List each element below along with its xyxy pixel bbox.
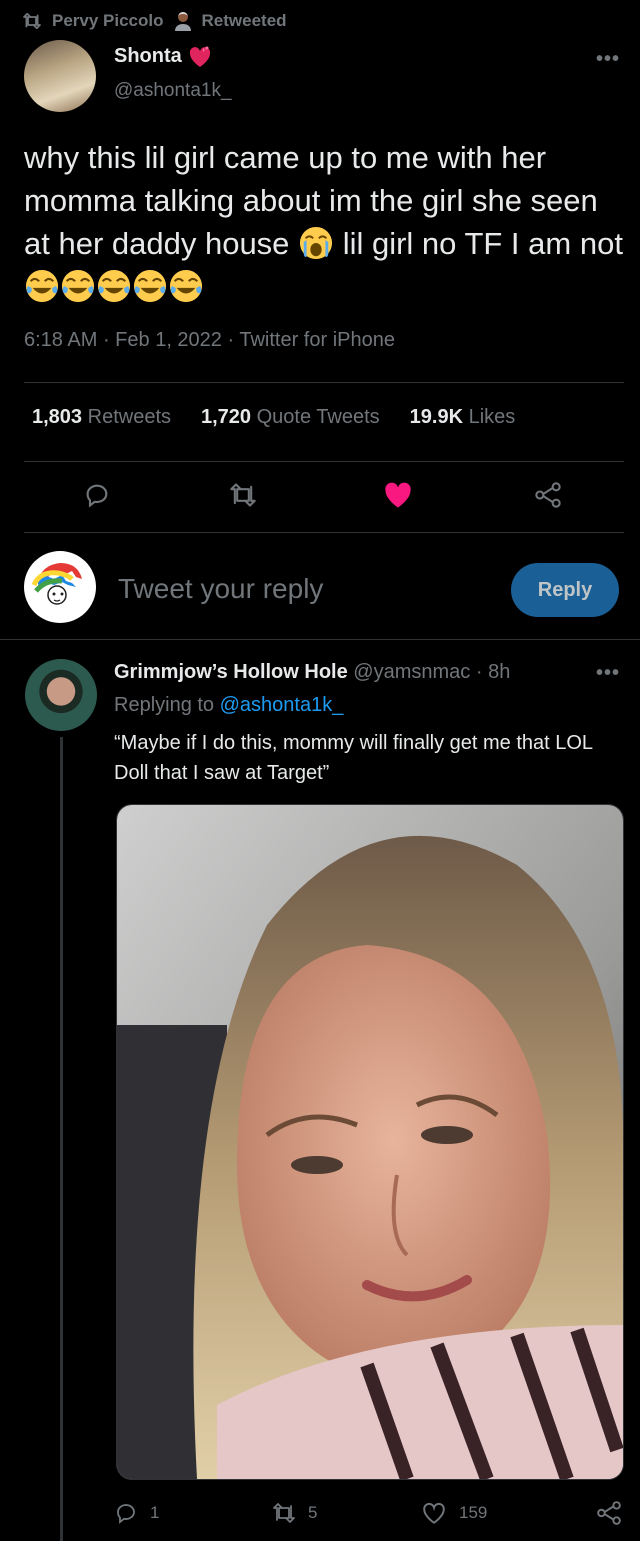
reply-count: 1 [150, 1503, 160, 1522]
more-icon[interactable]: ••• [596, 662, 620, 685]
tweet-time[interactable]: 6:18 AM [24, 329, 97, 351]
reply-header: Grimmjow’s Hollow Hole @yamsnmac · 8h [114, 661, 511, 683]
replying-to: Replying to @ashonta1k_ [114, 694, 343, 717]
retweeter-name[interactable]: Pervy Piccolo [52, 11, 164, 31]
retweet-icon[interactable] [226, 478, 260, 512]
author-handle[interactable]: @ashonta1k_ [114, 80, 232, 102]
reply-input[interactable]: Tweet your reply [118, 573, 323, 605]
divider [24, 532, 624, 533]
person-icon [174, 11, 192, 31]
tears-of-joy-face-icon [169, 269, 203, 303]
like-count: 159 [459, 1503, 488, 1522]
reply-author-name[interactable]: Grimmjow’s Hollow Hole [114, 661, 348, 683]
reply-retweet-action[interactable]: 5 [272, 1498, 317, 1528]
reply-icon[interactable] [80, 478, 114, 512]
tweet-client[interactable]: Twitter for iPhone [239, 329, 395, 351]
loudly-crying-face-icon [299, 226, 333, 260]
likes-stat[interactable]: 19.9K Likes [410, 406, 516, 429]
author-avatar[interactable] [24, 40, 96, 112]
share-icon[interactable] [596, 1500, 622, 1526]
reply-like-action[interactable]: 159 [421, 1498, 487, 1528]
retweeted-label: Retweeted [201, 11, 287, 30]
reply-time[interactable]: 8h [488, 661, 510, 683]
reply-icon[interactable] [114, 1501, 138, 1525]
retweet-icon [22, 13, 42, 29]
divider [24, 461, 624, 462]
replying-to-handle[interactable]: @ashonta1k_ [220, 694, 344, 716]
like-icon[interactable] [421, 1501, 447, 1525]
reply-text: “Maybe if I do this, mommy will finally … [114, 732, 593, 784]
share-icon[interactable] [531, 478, 565, 512]
retweet-count: 5 [308, 1503, 318, 1522]
tears-of-joy-face-icon [133, 269, 167, 303]
divider [24, 382, 624, 383]
retweet-icon[interactable] [272, 1502, 296, 1524]
retweet-header: Pervy Piccolo Retweeted [22, 8, 287, 34]
like-icon[interactable] [381, 478, 415, 512]
tears-of-joy-face-icon [61, 269, 95, 303]
tears-of-joy-face-icon [97, 269, 131, 303]
author-name-row[interactable]: Shonta [114, 45, 212, 68]
heart-icon [188, 46, 212, 68]
tweet-date[interactable]: Feb 1, 2022 [115, 329, 222, 351]
author-name[interactable]: Shonta [114, 45, 182, 68]
thread-line [60, 737, 63, 1541]
reply-reply-action[interactable]: 1 [114, 1498, 159, 1528]
reply-media-image[interactable] [116, 804, 624, 1480]
tweet-stats: 1,803 Retweets 1,720 Quote Tweets 19.9K … [32, 406, 515, 429]
replying-to-prefix: Replying to [114, 694, 215, 716]
tweet-meta: 6:18 AM · Feb 1, 2022 · Twitter for iPho… [24, 329, 395, 351]
reply-button[interactable]: Reply [511, 563, 619, 617]
divider [0, 639, 640, 640]
tweet-text-part-2: lil girl no TF I am not [342, 226, 623, 261]
tweet-text: why this lil girl came up to me with her… [24, 136, 624, 308]
tears-of-joy-face-icon [25, 269, 59, 303]
reply-share-action[interactable] [596, 1498, 622, 1528]
my-avatar[interactable] [24, 551, 96, 623]
reply-author-handle[interactable]: @yamsnmac [353, 661, 470, 683]
quote-tweets-stat[interactable]: 1,720 Quote Tweets [201, 406, 380, 429]
retweets-stat[interactable]: 1,803 Retweets [32, 406, 171, 429]
reply-author-avatar[interactable] [25, 659, 97, 731]
more-icon[interactable]: ••• [596, 48, 620, 71]
